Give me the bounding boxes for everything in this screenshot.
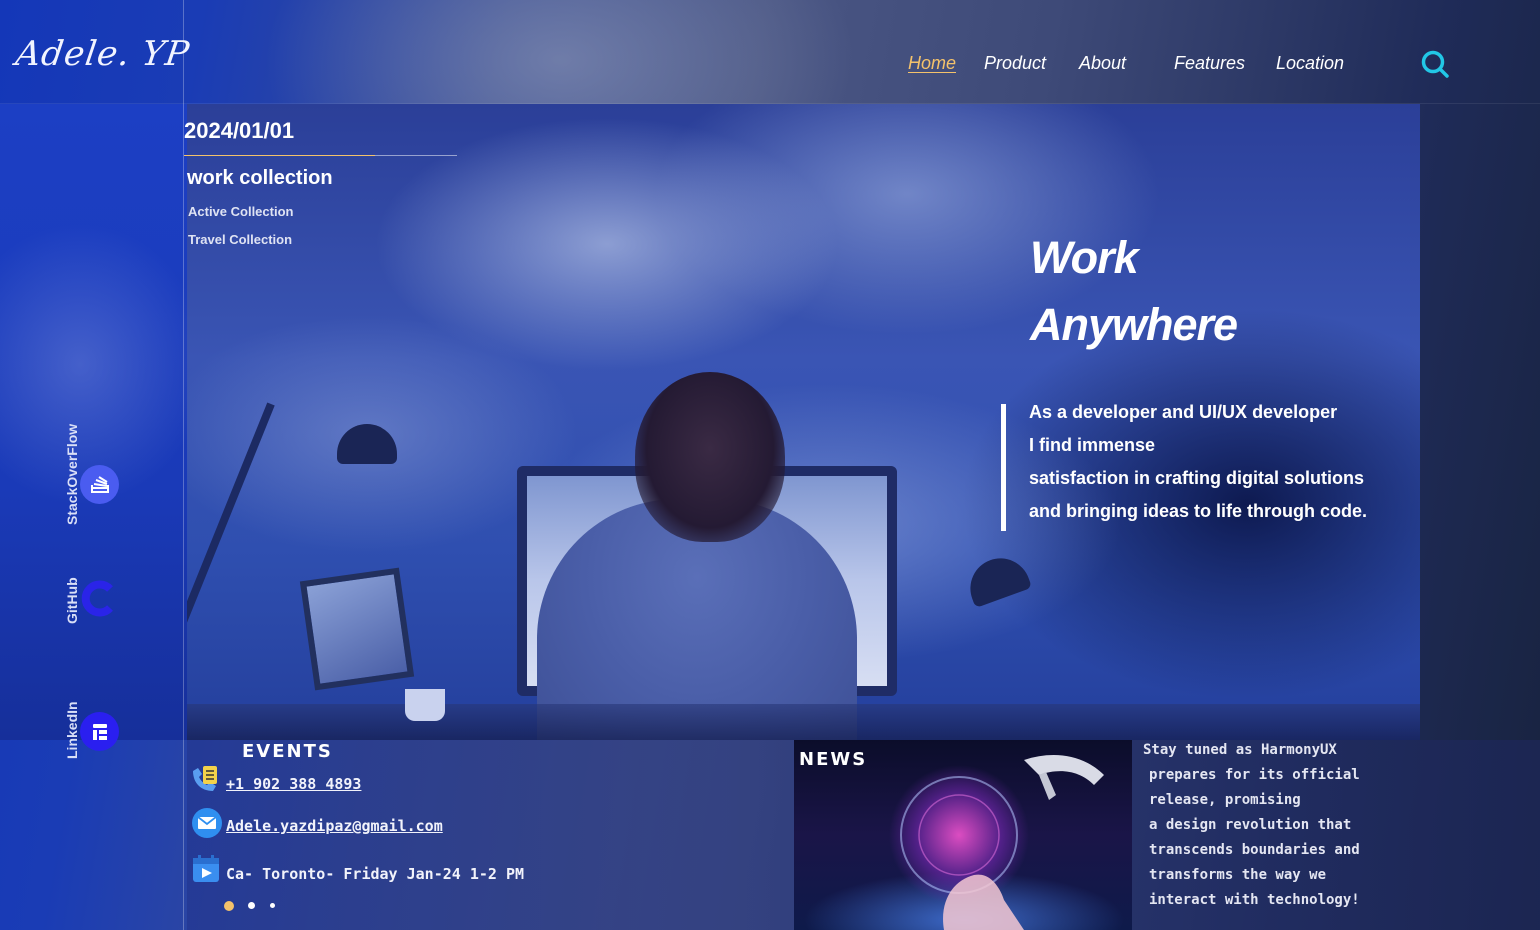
hero-description-line-4: and bringing ideas to life through code.	[1029, 501, 1368, 521]
news-line-5: transcends boundaries and	[1149, 842, 1360, 858]
social-label-github: GitHub	[64, 577, 80, 624]
header: Adele. YP Home Product About Features Lo…	[0, 0, 1540, 104]
event-details: Ca- Toronto- Friday Jan-24 1-2 PM	[226, 865, 525, 883]
github-button[interactable]	[80, 579, 119, 618]
hero-description-line-2: I find immense	[1029, 435, 1156, 455]
logo[interactable]: Adele. YP	[13, 34, 192, 74]
nav-features[interactable]: Features	[1174, 53, 1245, 74]
hero-description-line-3: satisfaction in crafting digital solutio…	[1029, 468, 1365, 488]
desk-lamp-arm	[187, 402, 275, 684]
nav-product[interactable]: Product	[984, 53, 1046, 74]
news-line-4: a design revolution that	[1149, 817, 1352, 833]
news-line-6: transforms the way we	[1149, 867, 1327, 883]
linkedin-button[interactable]	[80, 712, 119, 751]
nav-about[interactable]: About	[1079, 53, 1126, 74]
social-label-stackoverflow: StackOverFlow	[64, 423, 80, 525]
hero-accent-bar	[1001, 404, 1006, 531]
email-link[interactable]: Adele.yazdipaz@gmail.com	[226, 817, 443, 835]
phone-icon	[189, 763, 221, 795]
search-icon	[1421, 50, 1449, 78]
right-lamp	[961, 549, 1033, 609]
nav-home[interactable]: Home	[908, 53, 956, 74]
email-icon	[191, 807, 223, 839]
date-divider	[184, 155, 457, 156]
phone-link[interactable]: +1 902 388 4893	[226, 775, 361, 793]
news-line-7: interact with technology!	[1149, 892, 1360, 908]
hero-title-line-1: Work	[1030, 232, 1139, 283]
news-line-2: prepares for its official	[1149, 767, 1360, 783]
collection-date: 2024/01/01	[184, 118, 295, 143]
calendar-icon	[190, 853, 222, 885]
person-head	[635, 372, 785, 542]
pager-dot-1[interactable]	[224, 901, 234, 911]
pager-dot-3[interactable]	[270, 903, 275, 908]
pager-dot-2[interactable]	[248, 902, 255, 909]
linkedin-icon	[92, 723, 107, 740]
collection-link-travel[interactable]: Travel Collection	[188, 232, 292, 247]
events-title: EVENTS	[242, 741, 333, 762]
github-icon	[81, 580, 113, 617]
desk-lamp-head	[337, 424, 397, 464]
collection-title: work collection	[187, 167, 333, 189]
nav-location[interactable]: Location	[1276, 53, 1344, 74]
collection-link-active[interactable]: Active Collection	[188, 204, 293, 219]
desk	[187, 704, 1420, 740]
hero-description-line-1: As a developer and UI/UX developer	[1029, 402, 1338, 422]
sidebar-background	[0, 104, 187, 740]
news-title: NEWS	[799, 749, 868, 770]
social-label-linkedin: LinkedIn	[64, 701, 80, 759]
news-line-3: release, promising	[1149, 792, 1301, 808]
search-button[interactable]	[1421, 50, 1449, 78]
stackoverflow-icon	[90, 475, 109, 493]
stackoverflow-button[interactable]	[80, 465, 119, 504]
coffee-cup	[405, 689, 445, 721]
picture-frame	[299, 567, 415, 691]
news-line-1: Stay tuned as HarmonyUX	[1143, 742, 1337, 758]
hero-title-line-2: Anywhere	[1030, 299, 1238, 350]
